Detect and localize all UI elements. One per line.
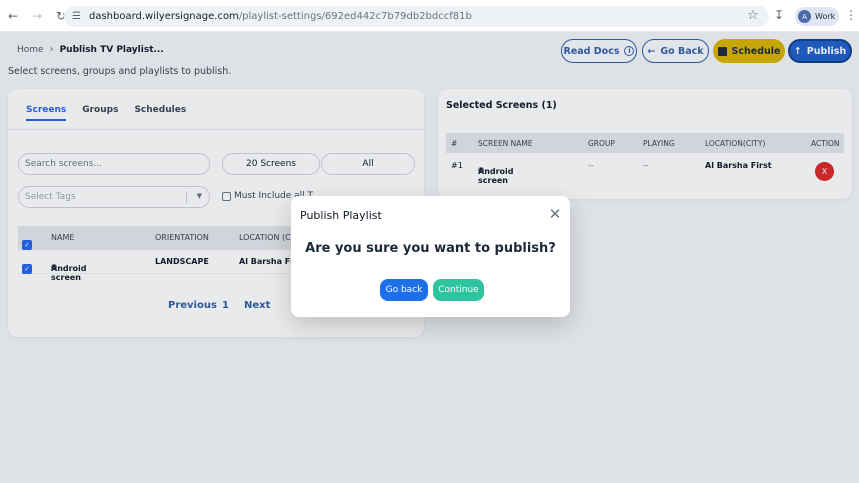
avatar: A xyxy=(798,10,811,23)
bookmark-star-icon[interactable]: ☆ xyxy=(747,8,759,23)
modal-question: Are you sure you want to publish? xyxy=(305,241,556,256)
profile-label: Work xyxy=(815,12,836,21)
browser-toolbar: ← → ↻ ☰ dashboard.wilyersignage.com/play… xyxy=(0,0,859,32)
forward-arrow-icon[interactable]: → xyxy=(26,5,48,27)
address-bar[interactable]: ☰ dashboard.wilyersignage.com/playlist-s… xyxy=(64,6,769,27)
browser-menu-icon[interactable]: ⋮ xyxy=(845,8,857,22)
profile-chip[interactable]: A Work xyxy=(795,7,839,26)
download-icon[interactable]: ↧ xyxy=(774,8,784,22)
modal-go-back-button[interactable]: Go back xyxy=(380,279,428,301)
site-settings-icon[interactable]: ☰ xyxy=(72,11,81,22)
url-host: dashboard.wilyersignage.com xyxy=(88,11,239,22)
back-arrow-icon[interactable]: ← xyxy=(2,5,24,27)
close-icon[interactable]: ✕ xyxy=(547,205,563,223)
modal-continue-button[interactable]: Continue xyxy=(433,279,484,301)
publish-confirm-dialog: Publish Playlist ✕ Are you sure you want… xyxy=(291,196,570,317)
modal-title: Publish Playlist xyxy=(300,209,382,222)
url-path: /playlist-settings/692ed442c7b79db2bdccf… xyxy=(238,11,472,22)
